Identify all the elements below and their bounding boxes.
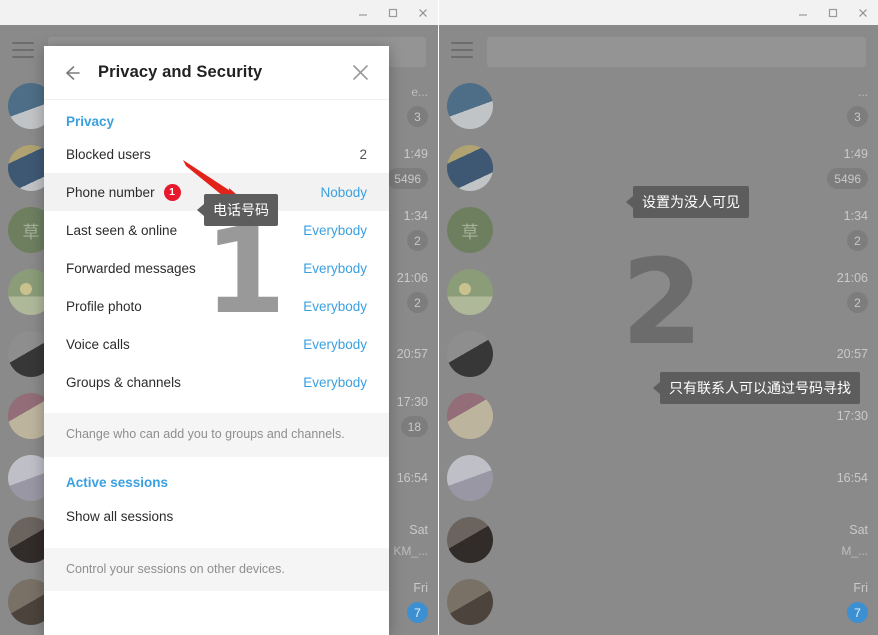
avatar (447, 207, 493, 253)
list-item[interactable]: ... 3 (439, 75, 878, 137)
avatar (447, 579, 493, 625)
setting-label: Blocked users (66, 146, 151, 162)
chat-time: Sat (849, 522, 868, 537)
search-input[interactable] (487, 37, 866, 67)
chat-snippet: KM_... (393, 543, 428, 558)
chat-time: 17:30 (836, 409, 868, 423)
avatar (447, 455, 493, 501)
dialog-header: Privacy and Security (44, 46, 389, 100)
tooltip-set-nobody: 设置为没人可见 (626, 186, 749, 218)
hamburger-icon[interactable] (451, 42, 473, 58)
page-title: Privacy and Security (98, 63, 263, 81)
hint-groups-channels: Change who can add you to groups and cha… (44, 413, 389, 457)
chat-time: 1:49 (843, 147, 868, 161)
minimize-icon[interactable] (788, 0, 818, 25)
unread-badge: 2 (847, 230, 868, 251)
chat-time: Fri (853, 581, 868, 595)
setting-value: Everybody (303, 336, 367, 352)
left-window-titlebar (0, 0, 438, 25)
show-all-sessions-row[interactable]: Show all sessions (44, 496, 389, 538)
avatar (447, 145, 493, 191)
chat-time: 20:57 (836, 347, 868, 361)
chat-snippet: M_... (841, 543, 868, 558)
setting-value: Everybody (303, 260, 367, 276)
chat-time: Fri (413, 581, 428, 595)
hamburger-icon[interactable] (12, 42, 34, 58)
maximize-icon[interactable] (378, 0, 408, 25)
back-arrow-icon[interactable] (58, 59, 86, 87)
tooltip-text: 电话号码 (213, 203, 269, 219)
chat-time: 1:34 (403, 209, 428, 223)
unread-badge: 3 (847, 106, 868, 127)
setting-value: Everybody (303, 222, 367, 238)
unread-badge: 18 (400, 416, 428, 437)
setting-row-blocked-users[interactable]: Blocked users 2 (44, 135, 389, 173)
setting-row-forwarded-messages[interactable]: Forwarded messages Everybody (44, 249, 389, 287)
chat-time: 16:54 (836, 471, 868, 485)
close-icon[interactable] (347, 60, 373, 86)
privacy-and-security-dialog: Privacy and Security Privacy Blocked use… (44, 46, 389, 635)
unread-badge: 7 (407, 602, 428, 623)
minimize-icon[interactable] (348, 0, 378, 25)
show-all-sessions-label: Show all sessions (66, 509, 174, 524)
list-item[interactable]: Sat M_... (439, 509, 878, 571)
close-icon[interactable] (848, 0, 878, 25)
setting-label: Groups & channels (66, 374, 181, 390)
chat-time: 21:06 (396, 271, 428, 285)
chat-list[interactable]: ... 3 1:49 5496 1:34 2 21:06 2 20:57 (439, 75, 878, 635)
chat-time: 20:57 (396, 347, 428, 361)
setting-label: Phone number (66, 184, 155, 200)
setting-row-voice-calls[interactable]: Voice calls Everybody (44, 325, 389, 363)
right-chat-list-background: ... 3 1:49 5496 1:34 2 21:06 2 20:57 (439, 25, 878, 635)
chat-time: 1:49 (403, 147, 428, 161)
chat-time: 17:30 (396, 395, 428, 409)
avatar (447, 517, 493, 563)
tooltip-text: 只有联系人可以通过号码寻找 (669, 381, 851, 397)
screenshot-root: e... 3 1:49 5496 1:34 2 21:06 2 20:57 (0, 0, 878, 635)
setting-label: Forwarded messages (66, 260, 196, 276)
setting-value: Nobody (320, 184, 367, 200)
avatar (447, 331, 493, 377)
hint-sessions: Control your sessions on other devices. (44, 547, 389, 591)
right-window-titlebar (439, 0, 878, 25)
setting-label: Voice calls (66, 336, 130, 352)
list-item[interactable]: 16:54 (439, 447, 878, 509)
unread-badge: 2 (847, 292, 868, 313)
setting-value: 2 (359, 146, 367, 162)
setting-value: Everybody (303, 374, 367, 390)
tooltip-phone-number: 电话号码 (197, 194, 278, 226)
list-item[interactable]: 21:06 2 (439, 261, 878, 323)
step-badge-1: 1 (163, 183, 181, 201)
unread-badge: 2 (407, 230, 428, 251)
avatar (447, 83, 493, 129)
unread-badge: 5496 (387, 168, 428, 189)
left-telegram-window: e... 3 1:49 5496 1:34 2 21:06 2 20:57 (0, 0, 439, 635)
chat-time: 16:54 (396, 471, 428, 485)
tooltip-find-by-number: 只有联系人可以通过号码寻找 (653, 372, 860, 404)
chat-time: Sat (409, 522, 428, 537)
setting-row-profile-photo[interactable]: Profile photo Everybody (44, 287, 389, 325)
chat-time: 21:06 (836, 271, 868, 285)
chat-time: 1:34 (843, 209, 868, 223)
close-icon[interactable] (408, 0, 438, 25)
avatar (447, 269, 493, 315)
right-telegram-window: ... 3 1:49 5496 1:34 2 21:06 2 20:57 (439, 0, 878, 635)
unread-badge: 7 (847, 602, 868, 623)
unread-badge: 5496 (827, 168, 868, 189)
setting-value: Everybody (303, 298, 367, 314)
avatar (447, 393, 493, 439)
maximize-icon[interactable] (818, 0, 848, 25)
chat-snippet: ... (857, 85, 868, 99)
section-active-sessions[interactable]: Active sessions (44, 457, 389, 496)
setting-label: Last seen & online (66, 222, 178, 238)
section-privacy-title: Privacy (66, 114, 115, 129)
setting-row-groups-channels[interactable]: Groups & channels Everybody (44, 363, 389, 401)
setting-label: Profile photo (66, 298, 142, 314)
unread-badge: 2 (407, 292, 428, 313)
tooltip-text: 设置为没人可见 (642, 195, 740, 211)
list-item[interactable]: Fri 7 (439, 571, 878, 633)
chat-snippet: e... (411, 85, 428, 99)
unread-badge: 3 (407, 106, 428, 127)
